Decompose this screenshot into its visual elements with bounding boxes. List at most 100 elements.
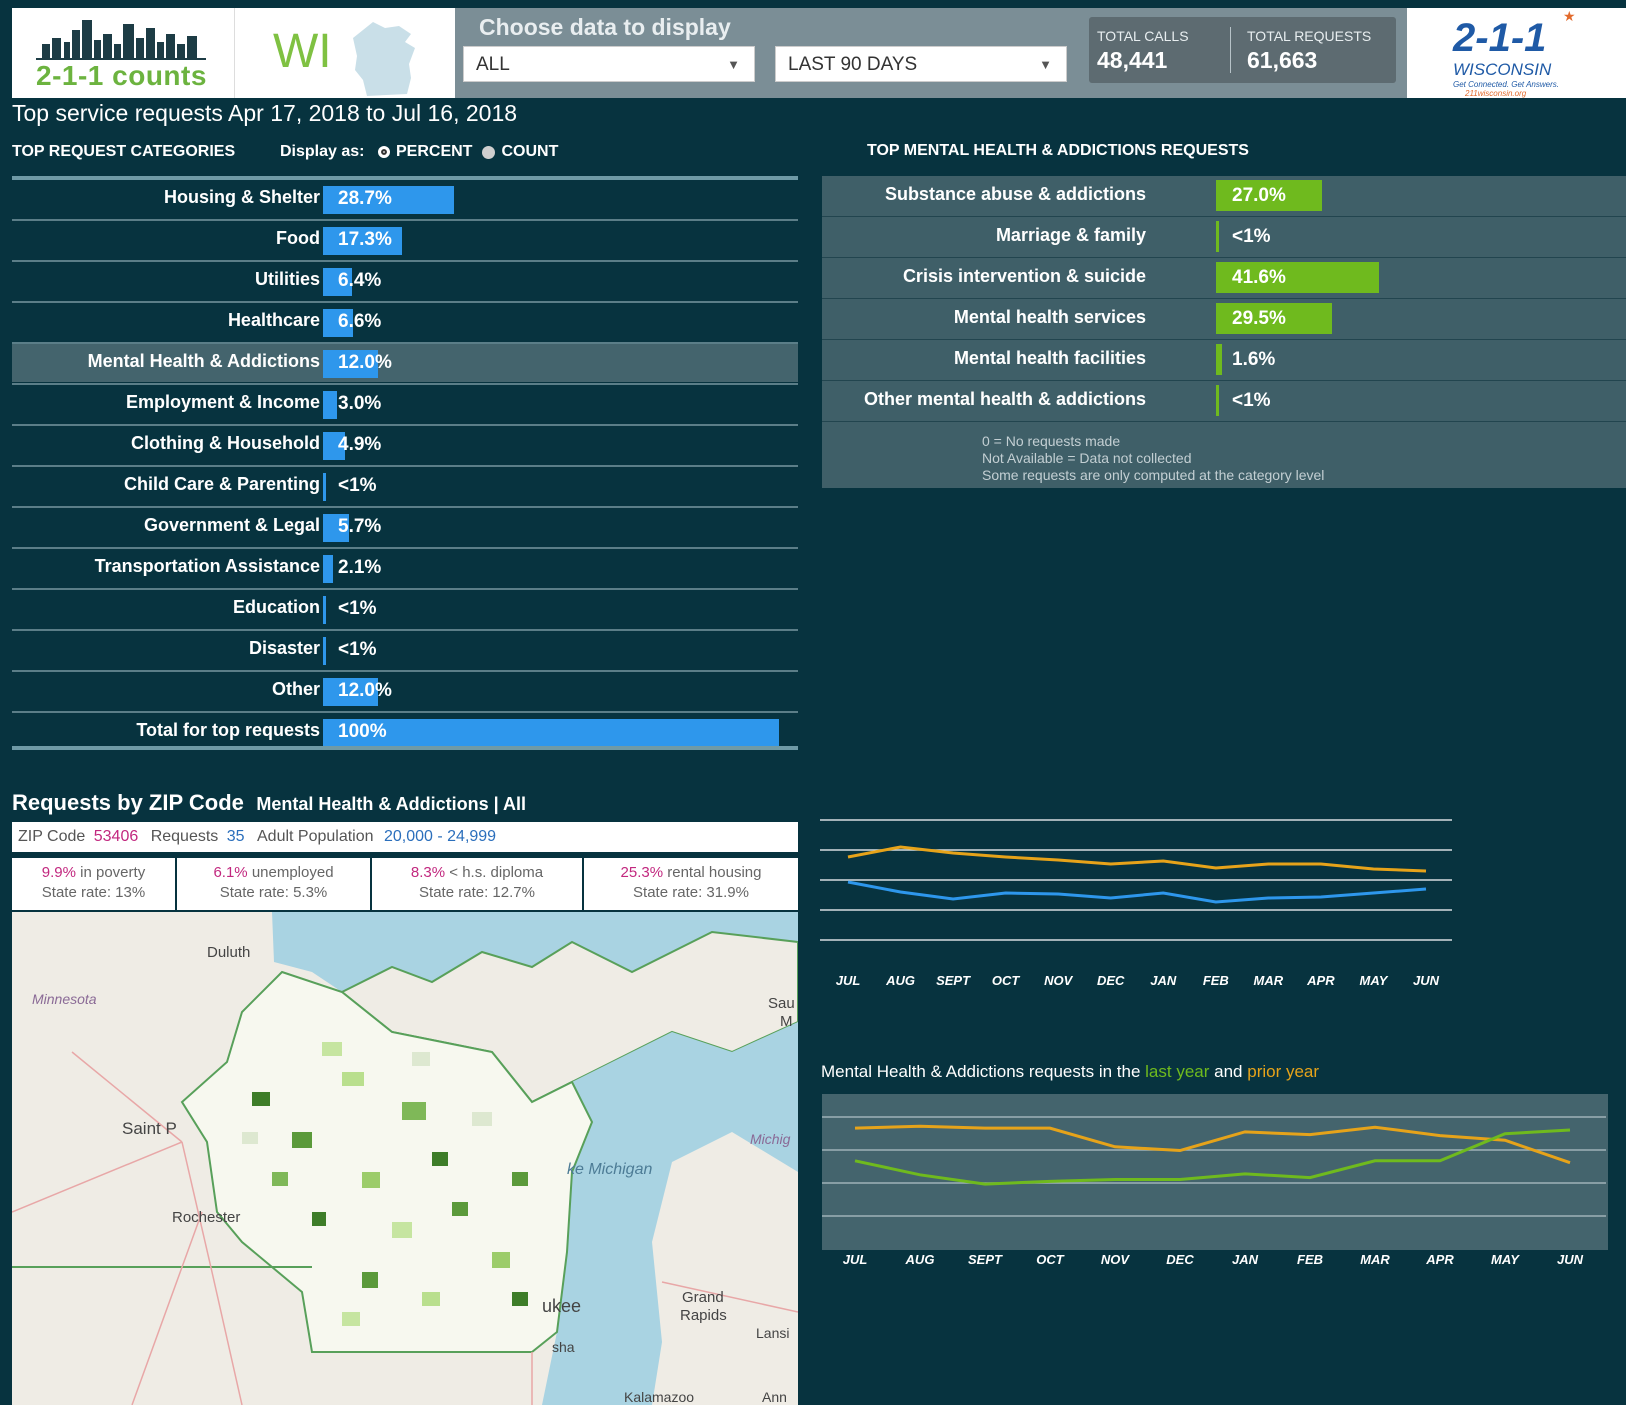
mental-health-row[interactable]: Mental health facilities 1.6% [822,340,1626,381]
x-tick-label: JUN [1557,1252,1584,1267]
brand-state: WISCONSIN [1453,60,1552,79]
category-value: 6.4% [338,270,382,291]
category-row[interactable]: Food 17.3% [12,219,798,259]
stat-label: rental housing [667,864,762,881]
mental-health-row[interactable]: Other mental health & addictions <1% [822,381,1626,422]
period-select[interactable]: LAST 90 DAYS ▼ [775,46,1067,82]
brand-number: 2-1-1 [1453,16,1547,60]
logo-211-counts[interactable]: 2-1-1 counts [12,8,234,98]
x-tick-label: JUL [843,1252,868,1267]
x-tick-label: AUG [905,1252,935,1267]
adult-pop-label: Adult Population [257,828,374,845]
category-row[interactable]: Employment & Income 3.0% [12,383,798,423]
mental-health-value: 41.6% [1232,267,1286,288]
state-abbr: WI [273,25,332,78]
category-label: Healthcare [227,310,320,330]
category-row[interactable]: Transportation Assistance 2.1% [12,547,798,587]
mental-health-label: Crisis intervention & suicide [902,266,1146,286]
trend-chart-bottom: JUL AUG SEPT OCT NOV DEC JAN FEB MAR APR MAY JUN [822,1094,1608,1267]
map-label-michigan: Michig [750,1131,791,1147]
mental-health-label: Marriage & family [995,225,1146,245]
category-row[interactable]: Utilities 6.4% [12,260,798,300]
percent-radio-label[interactable]: PERCENT [396,143,472,161]
mental-health-row[interactable]: Marriage & family <1% [822,217,1626,258]
category-row[interactable]: Healthcare 6.6% [12,301,798,341]
x-tick-label: SEPT [968,1252,1003,1267]
category-label: Clothing & Household [131,433,320,453]
category-value: 2.1% [338,557,382,578]
zip-value: 53406 [93,828,139,845]
total-calls-label: TOTAL CALLS [1097,28,1189,44]
brand-url: 211wisconsin.org [1465,89,1527,98]
category-row[interactable]: Government & Legal 5.7% [12,506,798,546]
stat-poverty: 9.9% in poverty State rate: 13% [12,858,177,910]
map-label-rapids: Rapids [680,1307,727,1324]
category-row[interactable]: Disaster <1% [12,629,798,669]
x-tick-label: NOV [1044,973,1074,988]
x-tick-label: OCT [992,973,1021,988]
bottom-chart-title: Mental Health & Addictions requests in t… [821,1062,1319,1082]
map-label-lansing: Lansi [756,1325,789,1341]
city-skyline-icon [36,20,206,60]
x-tick-label: SEPT [936,973,971,988]
category-row[interactable]: Education <1% [12,588,798,628]
mental-health-row[interactable]: Substance abuse & addictions 27.0% [822,176,1626,217]
category-value: 28.7% [338,188,392,209]
stat-label: unemployed [251,864,334,881]
map-label-kenosha: sha [552,1339,575,1355]
category-list-bottom-rule [12,746,798,750]
wisconsin-outline-icon [353,22,415,96]
map-label-saint-paul: Saint P [122,1119,177,1138]
x-tick-label: APR [1306,973,1335,988]
zip-section-header: Requests by ZIP Code Mental Health & Add… [12,790,526,816]
brand-logo-211-wisconsin[interactable]: 2-1-1 ★ WISCONSIN Get Connected. Get Ans… [1407,8,1626,98]
map-label-milwaukee: ukee [542,1296,581,1316]
category-label: Total for top requests [136,720,320,740]
stat-label: < h.s. diploma [449,864,544,881]
category-label: Food [276,228,320,248]
count-radio-label[interactable]: COUNT [501,143,558,161]
category-row[interactable]: Child Care & Parenting <1% [12,465,798,505]
category-value: 12.0% [338,352,392,373]
map-label-sault-2: M [780,1013,793,1030]
bottom-chart-title-prior: prior year [1247,1062,1320,1081]
zip-code-map[interactable]: Duluth Minnesota Saint P Rochester ke Mi… [12,912,798,1405]
map-canvas[interactable]: Duluth Minnesota Saint P Rochester ke Mi… [12,912,798,1405]
series-line-1[interactable] [847,880,1427,904]
category-value: 5.7% [338,516,382,537]
category-row[interactable]: Mental Health & Addictions 12.0% [12,342,798,382]
note-no-requests: 0 = No requests made [982,433,1121,449]
category-bar [323,391,337,419]
x-tick-label: DEC [1166,1252,1194,1267]
x-tick-label: OCT [1036,1252,1065,1267]
map-label-grand: Grand [682,1289,724,1306]
category-bar [323,596,326,624]
requests-label: Requests [150,828,219,845]
x-tick-label: FEB [1297,1252,1323,1267]
percent-radio[interactable] [378,146,390,158]
mental-health-row[interactable]: Crisis intervention & suicide 41.6% [822,258,1626,299]
category-row[interactable]: Clothing & Household 4.9% [12,424,798,464]
map-label-ann: Ann [762,1389,787,1405]
category-label: Other [271,679,320,699]
logo-text: 2-1-1 counts [36,60,207,91]
brand-tagline: Get Connected. Get Answers. [1453,80,1559,89]
category-value: 3.0% [338,393,382,414]
x-tick-label: JUL [836,973,861,988]
legend-notes: 0 = No requests made Not Available = Dat… [982,433,1324,484]
zip-info-bar: ZIP Code 53406 Requests 35 Adult Populat… [12,822,798,852]
total-calls-value: 48,441 [1097,47,1168,73]
mental-health-label: Mental health facilities [953,348,1146,368]
category-label: Housing & Shelter [163,187,320,207]
category-select[interactable]: ALL ▼ [463,46,755,82]
map-label-sault: Sau [768,995,795,1012]
category-row[interactable]: Total for top requests 100% [12,711,798,751]
mental-health-row[interactable]: Mental health services 29.5% [822,299,1626,340]
count-radio[interactable] [482,145,496,159]
chevron-down-icon: ▼ [1039,57,1052,72]
chevron-down-icon: ▼ [727,57,740,72]
stat-unemployed: 6.1% unemployed State rate: 5.3% [177,858,372,910]
category-row[interactable]: Housing & Shelter 28.7% [12,178,798,218]
page-title: Top service requests Apr 17, 2018 to Jul… [12,100,518,126]
category-row[interactable]: Other 12.0% [12,670,798,710]
